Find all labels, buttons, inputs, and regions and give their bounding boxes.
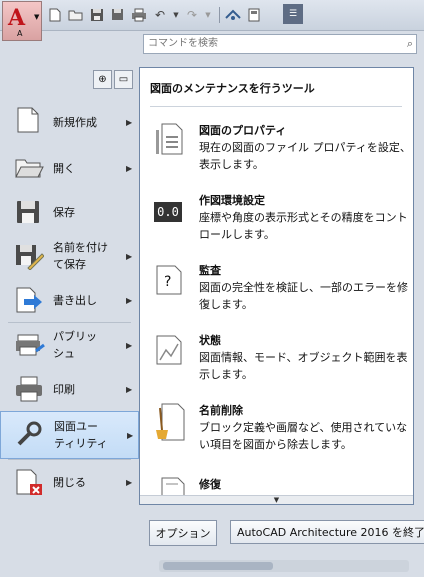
menu-item-label: パブリッ シュ	[53, 330, 97, 360]
chevron-right-icon: ▶	[126, 477, 133, 487]
menu-item-export[interactable]: 書き出し ▶	[0, 278, 139, 322]
chevron-right-icon: ▶	[126, 295, 133, 305]
exit-button[interactable]: AutoCAD Architecture 2016 を終了	[230, 520, 424, 544]
chevron-right-icon: ▶	[126, 340, 133, 350]
submenu-item-description: 図面情報、モード、オブジェクト範囲を表示します。	[199, 351, 408, 381]
menu-footer: オプション AutoCAD Architecture 2016 を終了	[139, 512, 424, 577]
chevron-down-icon: ▼	[34, 13, 40, 21]
recent-documents-icon[interactable]: ⊕	[93, 70, 112, 89]
save-as-icon[interactable]	[109, 6, 127, 24]
submenu-item-title: 図面のプロパティ	[199, 124, 287, 137]
purge-broom-icon	[154, 402, 186, 441]
menu-item-label: 保存	[53, 205, 75, 219]
scroll-down-icon[interactable]: ▼	[140, 495, 413, 504]
printer-icon	[14, 375, 42, 403]
horizontal-scrollbar[interactable]	[159, 560, 409, 572]
command-search[interactable]: ⌕	[143, 34, 417, 54]
submenu-item-title: 状態	[199, 334, 221, 347]
menu-item-label: 開く	[53, 161, 75, 175]
autocad-logo-icon: A	[8, 5, 26, 31]
units-icon: 0.0	[154, 202, 186, 236]
application-menu: 新規作成 ▶ 開く ▶ 保存 名前を付け て保存 ▶ 書き出し ▶ パブリッ シ…	[0, 98, 139, 504]
application-menu-button[interactable]: A A ▼	[2, 1, 42, 41]
redo-icon[interactable]: ↷	[183, 6, 201, 24]
customize-toolbar-button[interactable]: ☰	[283, 4, 303, 24]
menu-item-label: 印刷	[53, 382, 75, 396]
menu-item-label: 書き出し	[53, 293, 97, 307]
workspace-icon[interactable]	[245, 6, 263, 24]
chevron-right-icon: ▶	[126, 163, 133, 173]
drawing-utilities-panel: 図面のメンテナンスを行うツール 図面のプロパティ 現在の図面のファイル プロパテ…	[139, 67, 414, 505]
menu-item-drawing-utilities[interactable]: 図面ユー ティリティ ▶	[0, 411, 139, 459]
menu-item-new[interactable]: 新規作成 ▶	[0, 98, 139, 146]
new-file-icon	[14, 106, 42, 134]
save-icon[interactable]	[88, 6, 106, 24]
submenu-item-description: 座標や角度の表示形式とその精度をコントロールします。	[199, 211, 408, 241]
wrench-icon	[15, 420, 43, 448]
submenu-item-description: ブロック定義や画層など、使用されていない項目を図面から除去します。	[199, 421, 408, 451]
submenu-item-title: 名前削除	[199, 404, 243, 417]
undo-icon[interactable]: ↶	[151, 6, 169, 24]
search-input[interactable]	[144, 35, 402, 51]
quick-access-toolbar: ↶ ▼ ↷ ▼	[46, 5, 266, 25]
panel-title: 図面のメンテナンスを行うツール	[150, 82, 315, 95]
save-disk-icon	[14, 198, 42, 226]
options-button[interactable]: オプション	[149, 520, 217, 546]
menu-item-save[interactable]: 保存	[0, 190, 139, 234]
submenu-item-description: 現在の図面のファイル プロパティを設定、表示します。	[199, 141, 411, 171]
toolbar-separator	[219, 7, 220, 23]
search-icon[interactable]: ⌕	[407, 37, 413, 51]
menu-item-close[interactable]: 閉じる ▶	[0, 460, 139, 504]
submenu-item-description: 図面の完全性を検証し、一部のエラーを修復します。	[199, 281, 408, 311]
submenu-item-title: 監査	[199, 264, 221, 277]
chevron-right-icon: ▶	[126, 251, 133, 261]
save-as-icon	[14, 242, 45, 271]
menu-item-label: 名前を付け て保存	[53, 241, 108, 271]
submenu-item-title: 修復	[199, 478, 221, 491]
open-folder-icon	[14, 154, 44, 182]
export-icon	[14, 286, 42, 314]
menu-item-publish[interactable]: パブリッ シュ ▶	[0, 323, 139, 367]
menu-item-save-as[interactable]: 名前を付け て保存 ▶	[0, 234, 139, 278]
units-icon-text: 0.0	[154, 202, 182, 222]
audit-icon: ?	[154, 262, 186, 296]
app-letter: A	[17, 29, 23, 38]
open-icon[interactable]	[67, 6, 85, 24]
menu-item-label: 閉じる	[53, 475, 86, 489]
scrollbar-thumb[interactable]	[163, 562, 273, 570]
audit-icon-text: ?	[164, 274, 172, 290]
status-icon	[154, 332, 186, 366]
chevron-right-icon: ▶	[126, 117, 133, 127]
share-icon[interactable]	[224, 6, 242, 24]
menu-item-open[interactable]: 開く ▶	[0, 146, 139, 190]
new-icon[interactable]	[46, 6, 64, 24]
close-file-icon	[14, 468, 42, 496]
chevron-down-icon[interactable]: ▼	[172, 6, 180, 24]
chevron-right-icon: ▶	[127, 430, 134, 440]
submenu-item-title: 作図環境設定	[199, 194, 265, 207]
view-toggle: ⊕ ▭	[93, 70, 135, 89]
properties-icon	[154, 122, 186, 156]
menu-item-print[interactable]: 印刷 ▶	[0, 367, 139, 411]
open-documents-icon[interactable]: ▭	[114, 70, 133, 89]
menu-item-label: 新規作成	[53, 115, 97, 129]
menu-item-label: 図面ユー ティリティ	[54, 420, 108, 450]
chevron-right-icon: ▶	[126, 384, 133, 394]
publish-icon	[14, 331, 45, 359]
print-icon[interactable]	[130, 6, 148, 24]
panel-divider	[150, 106, 402, 107]
chevron-down-icon[interactable]: ▼	[204, 6, 212, 24]
